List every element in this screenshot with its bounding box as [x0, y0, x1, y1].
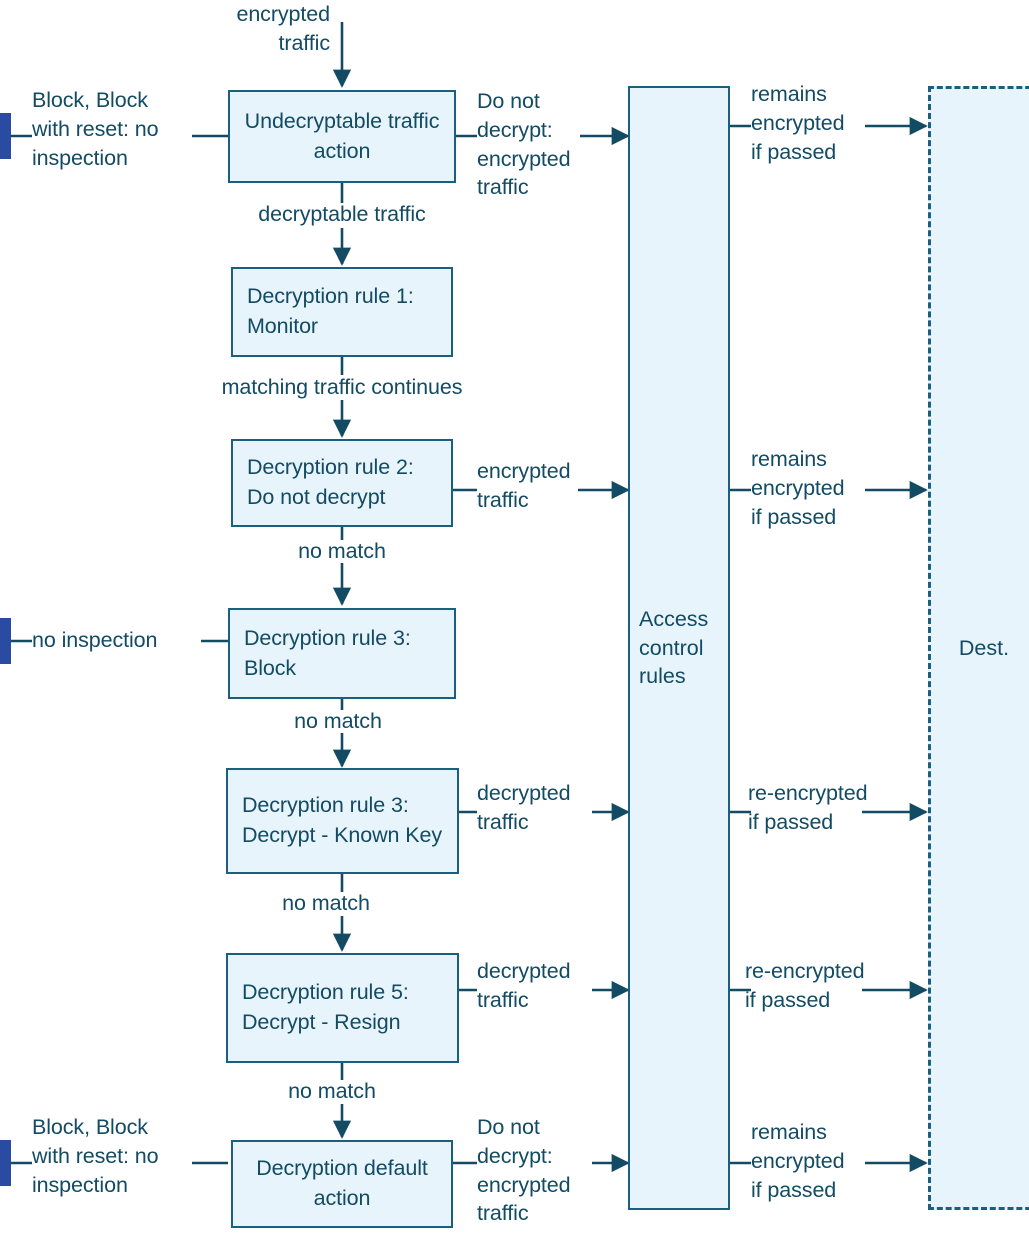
- outcome-label-remains-encrypted-2: remains encrypted if passed: [751, 447, 845, 529]
- right-label-do-not-decrypt-2: Do not decrypt: encrypted traffic: [477, 1115, 571, 1226]
- node-label: Undecryptable traffic action: [244, 108, 440, 163]
- access-control-rules-box[interactable]: Access control rules: [628, 86, 730, 1210]
- node-decryption-rule-5-decrypt-resign[interactable]: Decryption rule 5: Decrypt - Resign: [226, 953, 459, 1063]
- right-label-do-not-decrypt-1: Do not decrypt: encrypted traffic: [477, 89, 571, 200]
- left-label-no-inspection: no inspection: [32, 628, 158, 652]
- node-label: Decryption rule 1: Monitor: [247, 284, 414, 338]
- edge-label-decryptable-traffic: decryptable traffic: [258, 202, 426, 226]
- outcome-label-re-encrypted-2: re-encrypted if passed: [745, 959, 865, 1012]
- outcome-label-remains-encrypted-3: remains encrypted if passed: [751, 1120, 845, 1202]
- node-decryption-rule-3-block[interactable]: Decryption rule 3: Block: [228, 608, 456, 699]
- terminator-bar-2: [0, 618, 11, 664]
- destination-box[interactable]: Dest.: [928, 86, 1029, 1210]
- access-control-rules-label: Access control rules: [639, 607, 709, 689]
- left-label-block-no-inspection-1: Block, Block with reset: no inspection: [32, 88, 159, 170]
- edge-label-no-match-1: no match: [298, 539, 386, 563]
- diagram-canvas: encrypted traffic Undecryptable traffic …: [0, 0, 1029, 1254]
- edge-label-no-match-3: no match: [282, 891, 370, 915]
- right-label-encrypted-traffic: encrypted traffic: [477, 459, 571, 512]
- right-label-decrypted-traffic-2: decrypted traffic: [477, 959, 571, 1012]
- node-label: Decryption rule 2: Do not decrypt: [247, 455, 414, 509]
- edge-label-matching-traffic-continues: matching traffic continues: [221, 375, 463, 399]
- terminator-bar-1: [0, 113, 11, 159]
- node-decryption-default-action[interactable]: Decryption default action: [231, 1140, 453, 1228]
- node-label: Decryption rule 3: Block: [244, 625, 411, 680]
- edge-label-no-match-4: no match: [288, 1079, 376, 1103]
- edge-label-no-match-2: no match: [294, 709, 382, 733]
- destination-label: Dest.: [958, 635, 1010, 660]
- input-label: encrypted traffic: [236, 2, 330, 55]
- right-label-decrypted-traffic-1: decrypted traffic: [477, 781, 571, 834]
- node-undecryptable-traffic-action[interactable]: Undecryptable traffic action: [228, 90, 456, 183]
- outcome-label-remains-encrypted-1: remains encrypted if passed: [751, 82, 845, 164]
- node-label: Decryption rule 5: Decrypt - Resign: [242, 980, 409, 1034]
- left-label-block-no-inspection-2: Block, Block with reset: no inspection: [32, 1115, 159, 1197]
- node-decryption-rule-2-do-not-decrypt[interactable]: Decryption rule 2: Do not decrypt: [231, 439, 453, 527]
- node-label: Decryption default action: [256, 1156, 428, 1210]
- outcome-label-re-encrypted-1: re-encrypted if passed: [748, 781, 868, 834]
- node-label: Decryption rule 3: Decrypt - Known Key: [242, 793, 443, 847]
- terminator-bar-3: [0, 1140, 11, 1186]
- node-decryption-rule-1-monitor[interactable]: Decryption rule 1: Monitor: [231, 267, 453, 357]
- node-decryption-rule-3-decrypt-known-key[interactable]: Decryption rule 3: Decrypt - Known Key: [226, 768, 459, 874]
